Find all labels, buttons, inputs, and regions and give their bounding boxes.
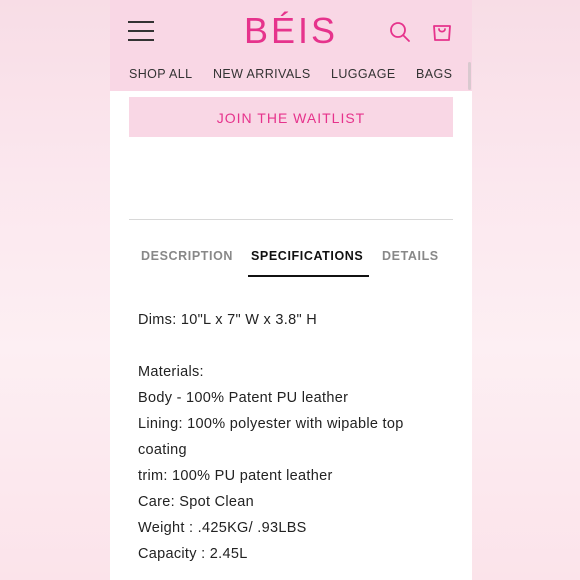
brand-logo[interactable]: BÉIS xyxy=(110,9,472,53)
mobile-page: BÉIS SHOP ALL NEW ARRIVALS LUGGAGE BAGS … xyxy=(110,0,472,580)
spec-capacity: Capacity : 2.45L xyxy=(138,546,248,562)
join-waitlist-button[interactable]: JOIN THE WAITLIST xyxy=(129,97,453,137)
tab-description[interactable]: DESCRIPTION xyxy=(141,248,233,264)
nav-luggage[interactable]: LUGGAGE xyxy=(331,66,396,82)
tab-specifications[interactable]: SPECIFICATIONS xyxy=(251,248,363,264)
active-tab-indicator xyxy=(248,275,369,277)
nav-new-arrivals[interactable]: NEW ARRIVALS xyxy=(213,66,311,82)
spec-body: Body - 100% Patent PU leather xyxy=(138,390,349,406)
nav-bags[interactable]: BAGS xyxy=(416,66,452,82)
spec-weight: Weight : .425KG/ .93LBS xyxy=(138,520,307,536)
spec-dims: Dims: 10"L x 7" W x 3.8" H xyxy=(138,312,318,328)
tab-details[interactable]: DETAILS xyxy=(382,248,439,264)
spec-trim: trim: 100% PU patent leather xyxy=(138,468,333,484)
search-icon[interactable] xyxy=(388,20,412,44)
section-divider xyxy=(129,219,453,220)
nav-shop-all[interactable]: SHOP ALL xyxy=(129,66,192,82)
shopping-bag-icon[interactable] xyxy=(430,19,454,43)
spec-lining: Lining: 100% polyester with wipable top xyxy=(138,416,404,432)
background-left xyxy=(0,0,110,580)
specifications-panel: Dims: 10"L x 7" W x 3.8" H Materials: Bo… xyxy=(138,307,458,567)
nav-scrollbar[interactable] xyxy=(468,62,471,90)
spec-care: Care: Spot Clean xyxy=(138,494,255,510)
spec-lining-cont: coating xyxy=(138,442,187,458)
site-header: BÉIS SHOP ALL NEW ARRIVALS LUGGAGE BAGS xyxy=(110,0,472,91)
background-right xyxy=(472,0,580,580)
spec-materials-heading: Materials: xyxy=(138,364,204,380)
